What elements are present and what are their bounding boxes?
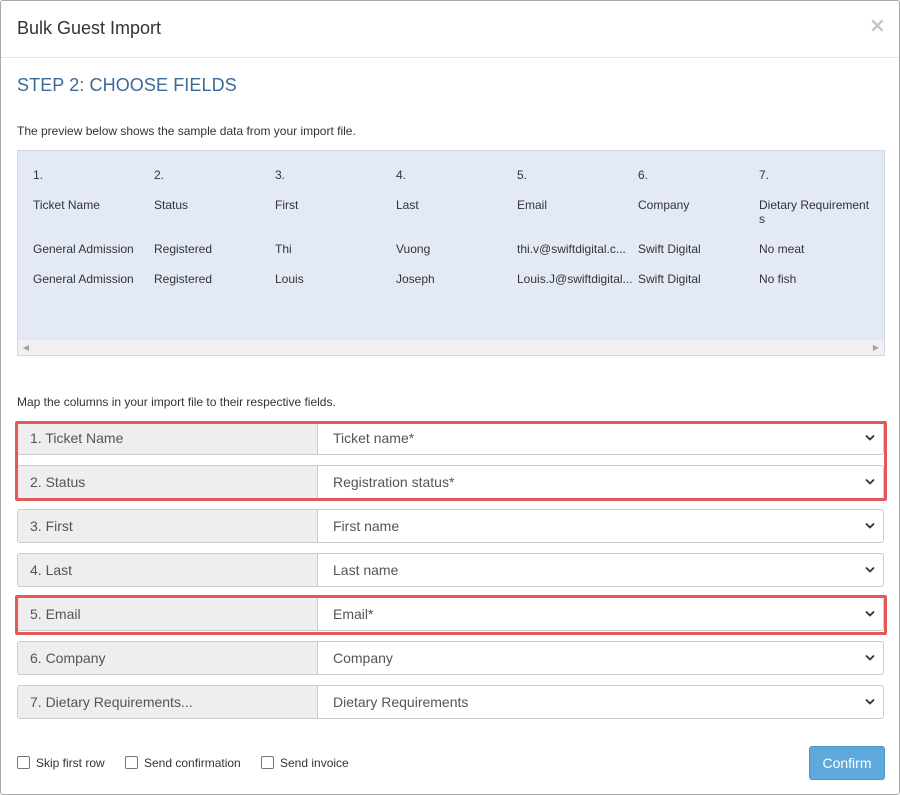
field-select[interactable]: Last name (317, 553, 884, 587)
confirm-button[interactable]: Confirm (809, 746, 885, 780)
preview-cell: General Admission (33, 272, 134, 286)
skip-first-row-label: Skip first row (36, 756, 105, 770)
chevron-down-icon (865, 478, 875, 485)
field-select[interactable]: Ticket name* (317, 421, 884, 455)
preview-cell: General Admission (33, 242, 134, 256)
mapping-column-label: 5. Email (17, 597, 318, 631)
send-invoice-option[interactable]: Send invoice (261, 756, 349, 772)
import-preview-table: 1. Ticket Name General Admission General… (17, 150, 885, 356)
preview-cell: Louis.J@swiftdigital... (517, 272, 633, 286)
preview-column-header: Ticket Name (33, 198, 100, 212)
field-select-value: Last name (333, 562, 399, 578)
preview-cell: No meat (759, 242, 805, 256)
field-select[interactable]: Email* (317, 597, 884, 631)
preview-column-index: 7. (759, 168, 770, 182)
chevron-down-icon (865, 698, 875, 705)
field-select-value: Company (333, 650, 393, 666)
scroll-left-arrow-icon[interactable]: ◀ (22, 343, 30, 353)
send-invoice-label: Send invoice (280, 756, 349, 770)
preview-cell: Joseph (396, 272, 435, 286)
send-confirmation-option[interactable]: Send confirmation (125, 756, 241, 772)
send-invoice-checkbox[interactable] (261, 756, 274, 769)
preview-column-index: 3. (275, 168, 286, 182)
preview-cell: Louis (275, 272, 304, 286)
mapping-row: 1. Ticket Name Ticket name* (17, 421, 884, 455)
modal-header: Bulk Guest Import × (1, 1, 899, 58)
send-confirmation-label: Send confirmation (144, 756, 241, 770)
preview-column-header: Status (154, 198, 189, 212)
field-select[interactable]: Registration status* (317, 465, 884, 499)
bulk-guest-import-modal: Bulk Guest Import × STEP 2: CHOOSE FIELD… (0, 0, 900, 795)
chevron-down-icon (865, 522, 875, 529)
skip-first-row-option[interactable]: Skip first row (17, 756, 105, 772)
mapping-column-label: 7. Dietary Requirements... (17, 685, 318, 719)
preview-column-header: Last (396, 198, 419, 212)
field-select-value: Dietary Requirements (333, 694, 469, 710)
preview-cell: Swift Digital (638, 272, 701, 286)
step-title: STEP 2: CHOOSE FIELDS (17, 75, 237, 95)
send-confirmation-checkbox[interactable] (125, 756, 138, 769)
mapping-column-label: 1. Ticket Name (17, 421, 318, 455)
mapping-row: 6. Company Company (17, 641, 884, 675)
preview-cell: Vuong (396, 242, 431, 256)
chevron-down-icon (865, 434, 875, 441)
chevron-down-icon (865, 654, 875, 661)
field-select-value: Registration status* (333, 474, 455, 490)
mapping-row: 2. Status Registration status* (17, 465, 884, 499)
preview-cell: No fish (759, 272, 797, 286)
preview-cell: Registered (154, 272, 213, 286)
preview-note: The preview below shows the sample data … (17, 124, 356, 138)
preview-cell: Registered (154, 242, 213, 256)
preview-cell: thi.v@swiftdigital.c... (517, 242, 626, 256)
field-select-value: First name (333, 518, 400, 534)
preview-column-index: 4. (396, 168, 407, 182)
field-select[interactable]: First name (317, 509, 884, 543)
preview-cell: Thi (275, 242, 292, 256)
mapping-column-label: 6. Company (17, 641, 318, 675)
preview-column-index: 5. (517, 168, 528, 182)
modal-title: Bulk Guest Import (17, 18, 162, 38)
preview-cell: Swift Digital (638, 242, 701, 256)
mapping-row: 7. Dietary Requirements... Dietary Requi… (17, 685, 884, 719)
preview-column-index: 2. (154, 168, 165, 182)
preview-column-header: First (275, 198, 299, 212)
chevron-down-icon (865, 566, 875, 573)
skip-first-row-checkbox[interactable] (17, 756, 30, 769)
field-select[interactable]: Dietary Requirements (317, 685, 884, 719)
preview-column-header: Dietary Requirements (759, 198, 870, 226)
preview-column-index: 1. (33, 168, 44, 182)
field-select-value: Email* (333, 606, 374, 622)
preview-column-index: 6. (638, 168, 649, 182)
mapping-column-label: 2. Status (17, 465, 318, 499)
preview-horizontal-scrollbar[interactable]: ◀ ▶ (18, 339, 884, 355)
mapping-row: 5. Email Email* (17, 597, 884, 631)
mapping-row: 4. Last Last name (17, 553, 884, 587)
field-select-value: Ticket name* (333, 430, 415, 446)
preview-column-header: Company (638, 198, 690, 212)
chevron-down-icon (865, 610, 875, 617)
mapping-row: 3. First First name (17, 509, 884, 543)
mapping-column-label: 3. First (17, 509, 318, 543)
field-select[interactable]: Company (317, 641, 884, 675)
close-icon[interactable]: × (869, 15, 886, 35)
map-note: Map the columns in your import file to t… (17, 395, 336, 409)
mapping-column-label: 4. Last (17, 553, 318, 587)
preview-column-header: Email (517, 198, 548, 212)
scroll-right-arrow-icon[interactable]: ▶ (872, 343, 880, 353)
